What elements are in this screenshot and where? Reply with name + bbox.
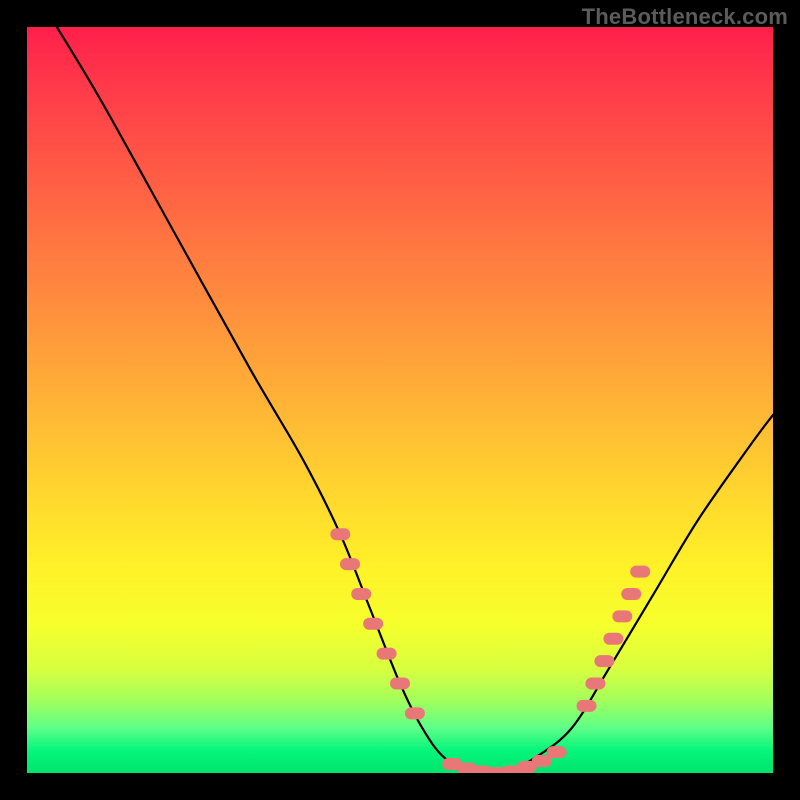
markers-group xyxy=(336,534,644,773)
watermark-label: TheBottleneck.com xyxy=(582,4,788,30)
plot-area xyxy=(27,27,773,773)
chart-svg xyxy=(27,27,773,773)
bottleneck-curve xyxy=(57,27,773,773)
chart-frame: TheBottleneck.com xyxy=(0,0,800,800)
